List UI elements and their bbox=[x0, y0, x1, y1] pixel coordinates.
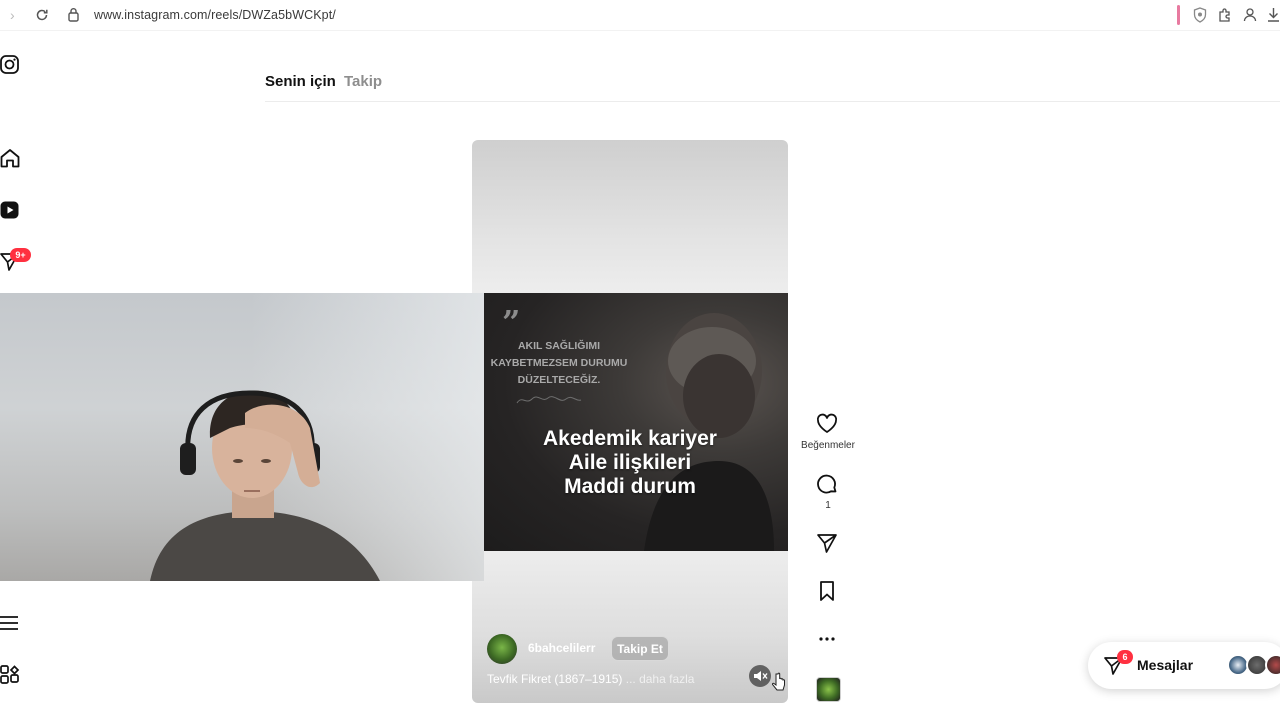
extensions-icon[interactable] bbox=[1217, 7, 1233, 23]
tabs-divider bbox=[265, 101, 1280, 102]
tab-following[interactable]: Takip bbox=[344, 73, 382, 90]
quote-mark-icon: ” bbox=[502, 303, 521, 341]
save-bookmark-icon[interactable] bbox=[816, 580, 838, 602]
speaker-muted-icon bbox=[754, 671, 768, 681]
like-heart-icon[interactable] bbox=[816, 413, 838, 435]
mute-button[interactable] bbox=[749, 665, 771, 687]
author-avatar[interactable] bbox=[487, 634, 517, 664]
reel-description[interactable]: Tevfik Fikret (1867–1915) ... daha fazla bbox=[487, 672, 694, 686]
message-avatar[interactable] bbox=[1265, 654, 1280, 676]
notification-badge: 9+ bbox=[10, 248, 31, 262]
instagram-logo-icon[interactable] bbox=[0, 55, 20, 75]
lock-icon[interactable] bbox=[67, 7, 80, 22]
browser-toolbar: › www.instagram.com/reels/DWZa5bWCKpt/ bbox=[0, 0, 1280, 31]
webcam-overlay bbox=[0, 293, 484, 581]
download-icon[interactable] bbox=[1267, 7, 1280, 23]
home-icon[interactable] bbox=[0, 148, 20, 168]
tab-for-you[interactable]: Senin için bbox=[265, 73, 336, 90]
video-caption-text: Akedemik kariyer Aile ilişkileri Maddi d… bbox=[543, 427, 717, 498]
address-bar[interactable]: www.instagram.com/reels/DWZa5bWCKpt/ bbox=[94, 8, 336, 22]
author-username[interactable]: 6bahcelilerr bbox=[528, 641, 595, 655]
more-apps-icon[interactable] bbox=[0, 665, 20, 685]
webcam-person-image bbox=[150, 390, 380, 581]
comment-icon[interactable] bbox=[816, 473, 838, 495]
messages-label[interactable]: Mesajlar bbox=[1137, 657, 1193, 673]
more-link[interactable]: ... daha fazla bbox=[626, 672, 695, 686]
menu-icon[interactable] bbox=[0, 613, 20, 633]
forward-icon[interactable]: › bbox=[10, 8, 15, 22]
messages-badge: 6 bbox=[1117, 650, 1133, 664]
reels-icon[interactable] bbox=[0, 200, 20, 220]
reel-video-frame[interactable]: ” AKIL SAĞLIĞIMI KAYBETMEZSEM DURUMU DÜZ… bbox=[484, 293, 788, 551]
comments-count: 1 bbox=[825, 500, 831, 511]
quote-signature-image bbox=[516, 396, 582, 404]
more-options-icon[interactable] bbox=[816, 628, 838, 650]
shield-icon[interactable] bbox=[1193, 7, 1207, 23]
likes-label[interactable]: Beğenmeler bbox=[797, 440, 859, 451]
video-quote-text: AKIL SAĞLIĞIMI KAYBETMEZSEM DURUMU DÜZEL… bbox=[490, 340, 628, 386]
audio-thumbnail[interactable] bbox=[816, 677, 841, 702]
reload-icon[interactable] bbox=[35, 8, 49, 22]
share-icon[interactable] bbox=[816, 532, 838, 554]
mouse-cursor-icon bbox=[772, 672, 785, 691]
extension-accent bbox=[1177, 5, 1180, 25]
follow-button[interactable]: Takip Et bbox=[611, 636, 669, 661]
profile-icon[interactable] bbox=[1243, 7, 1257, 23]
video-person-image bbox=[644, 313, 774, 551]
reel-description-text: Tevfik Fikret (1867–1915) bbox=[487, 672, 623, 686]
